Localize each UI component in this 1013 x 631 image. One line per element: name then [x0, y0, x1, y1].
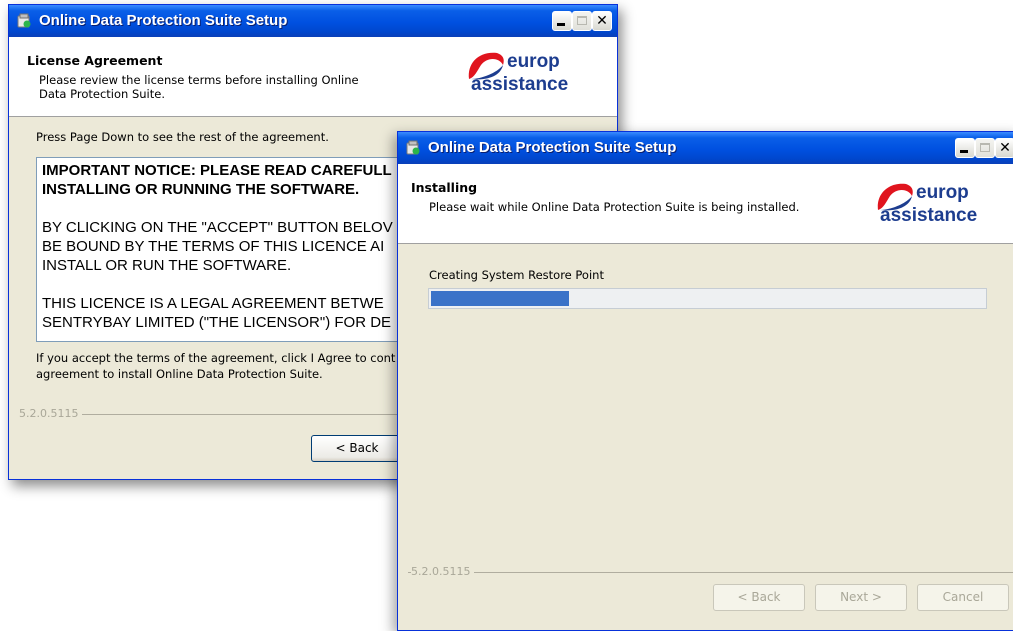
- title-bar[interactable]: Online Data Protection Suite Setup ✕: [9, 5, 617, 37]
- logo-text-europ: europ: [507, 51, 560, 72]
- minimize-button[interactable]: [552, 11, 572, 31]
- license-line: SENTRYBAY LIMITED ("THE LICENSOR") FOR D…: [42, 314, 392, 331]
- license-line: BY CLICKING ON THE "ACCEPT" BUTTON BELOV: [42, 219, 393, 236]
- close-button[interactable]: ✕: [995, 138, 1013, 158]
- license-line: INSTALL OR RUN THE SOFTWARE.: [42, 257, 292, 274]
- title-bar[interactable]: Online Data Protection Suite Setup ✕: [398, 132, 1013, 164]
- license-text-box[interactable]: IMPORTANT NOTICE: PLEASE READ CAREFULL I…: [36, 157, 436, 342]
- logo-text-assistance: assistance: [880, 205, 978, 226]
- progress-bar: [428, 288, 987, 309]
- instruction-text: Press Page Down to see the rest of the a…: [36, 130, 329, 144]
- separator-line: [408, 572, 1013, 573]
- europ-assistance-logo: europ assistance: [467, 47, 582, 105]
- setup-app-icon: [406, 140, 420, 155]
- next-button[interactable]: Next >: [815, 584, 907, 611]
- maximize-button: [975, 138, 995, 158]
- accept-text-line: If you accept the terms of the agreement…: [36, 351, 396, 365]
- page-title: Installing: [411, 180, 478, 195]
- back-button[interactable]: < Back: [311, 435, 403, 462]
- minimize-button[interactable]: [955, 138, 975, 158]
- version-label: 5.2.0.5115: [19, 407, 83, 420]
- window-title: Online Data Protection Suite Setup: [428, 139, 677, 156]
- europ-assistance-logo: europ assistance: [876, 178, 991, 236]
- window-title: Online Data Protection Suite Setup: [39, 12, 288, 29]
- back-button[interactable]: < Back: [713, 584, 805, 611]
- installing-setup-window: Online Data Protection Suite Setup ✕ Ins…: [397, 131, 1013, 631]
- version-label: 5.2.0.5115: [411, 565, 475, 578]
- cancel-button[interactable]: Cancel: [917, 584, 1009, 611]
- close-button[interactable]: ✕: [592, 11, 612, 31]
- wizard-header: License Agreement Please review the lice…: [9, 37, 617, 117]
- setup-app-icon: [17, 13, 31, 28]
- page-description: Please review the license terms before i…: [39, 73, 359, 101]
- wizard-header: Installing Please wait while Online Data…: [398, 164, 1013, 244]
- page-description: Please wait while Online Data Protection…: [429, 200, 800, 214]
- license-line: THIS LICENCE IS A LEGAL AGREEMENT BETWE: [42, 295, 384, 312]
- accept-instructions: If you accept the terms of the agreement…: [36, 350, 395, 382]
- license-line: IMPORTANT NOTICE: PLEASE READ CAREFULL: [42, 162, 392, 179]
- logo-text-assistance: assistance: [471, 74, 569, 95]
- maximize-button: [572, 11, 592, 31]
- license-line: INSTALLING OR RUNNING THE SOFTWARE.: [42, 181, 360, 198]
- accept-text-line: agreement to install Online Data Protect…: [36, 367, 323, 381]
- status-text: Creating System Restore Point: [429, 268, 604, 282]
- progress-fill: [431, 291, 569, 306]
- logo-text-europ: europ: [916, 182, 969, 203]
- page-title: License Agreement: [27, 53, 163, 68]
- license-line: BE BOUND BY THE TERMS OF THIS LICENCE AI: [42, 238, 385, 255]
